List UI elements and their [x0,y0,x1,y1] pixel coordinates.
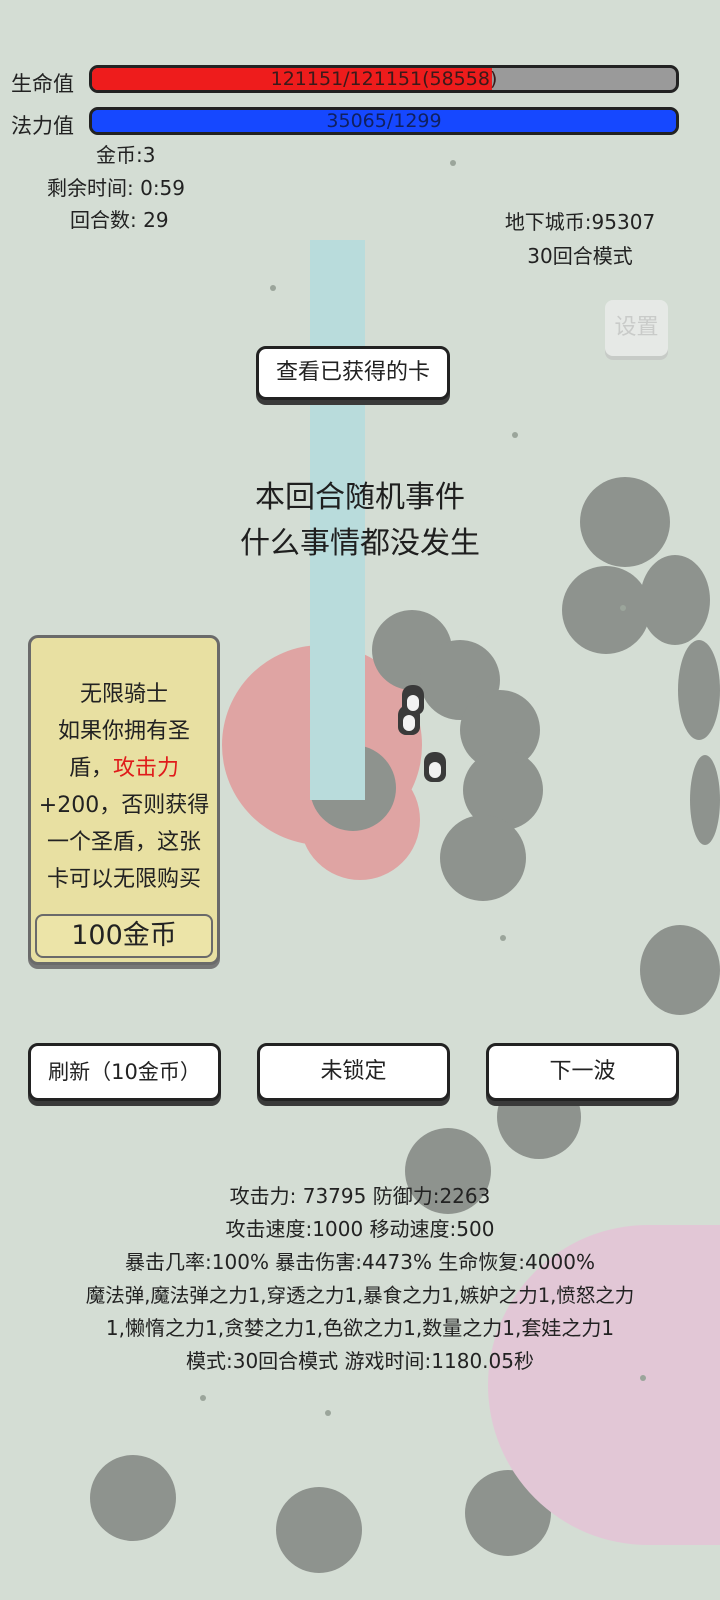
player-stats: 攻击力: 73795 防御力:2263 攻击速度:1000 移动速度:500 暴… [0,1180,720,1378]
stats-line: 模式:30回合模式 游戏时间:1180.05秒 [186,1349,534,1373]
enemy-blob [640,555,710,645]
dungeon-coin: 地下城币:95307 [504,210,656,234]
view-cards-button[interactable]: 查看已获得的卡 [256,346,450,400]
lock-button[interactable]: 未锁定 [257,1043,450,1101]
card-desc-line: 卡可以无限购买 [46,867,201,892]
refresh-button[interactable]: 刷新（10金币） [28,1043,221,1101]
hp-label: 生命值 [11,72,74,96]
hp-value: 121151/121151(58558) [270,68,498,90]
enemy-blob [562,566,650,654]
game-mode: 30回合模式 [527,244,633,268]
settings-button[interactable]: 设置 [605,300,668,356]
enemy-blob [276,1487,362,1573]
card-highlight: 攻击力 [113,756,180,781]
stats-line: 攻击速度:1000 移动速度:500 [225,1217,495,1241]
stats-line: 攻击力: 73795 防御力:2263 [229,1184,491,1208]
enemy-blob [640,925,720,1015]
card-price-button[interactable]: 100金币 [35,914,213,958]
enemy-blob [440,815,526,901]
time-remaining: 剩余时间: 0:59 [47,176,186,200]
enemy-blob [678,640,720,740]
enemy-blob [690,755,720,845]
stats-line: 暴击几率:100% 暴击伤害:4473% 生命恢复:4000% [125,1250,595,1274]
penguin-hero [402,685,424,715]
event-text: 什么事情都没发生 [240,526,480,561]
card-desc-line: 一个圣盾，这张 [46,830,201,855]
card-desc-line: +200，否则获得 [38,793,210,818]
round-counter: 回合数: 29 [70,208,169,232]
stats-line: 1,懒惰之力1,贪婪之力1,色欲之力1,数量之力1,套娃之力1 [105,1316,615,1340]
gold-counter: 金币:3 [96,143,156,167]
card-description: 如果你拥有圣 盾，攻击力 +200，否则获得 一个圣盾，这张 卡可以无限购买 [31,713,217,898]
card-desc-line: 如果你拥有圣 [57,719,190,744]
mp-value: 35065/1299 [326,110,442,132]
penguin-hero [424,752,446,782]
event-title: 本回合随机事件 [255,480,465,515]
card-title: 无限骑士 [79,682,168,707]
enemy-blob [90,1455,176,1541]
stats-line: 魔法弹,魔法弹之力1,穿透之力1,暴食之力1,嫉妒之力1,愤怒之力 [85,1284,635,1307]
mp-label: 法力值 [11,114,74,138]
shop-card[interactable]: 无限骑士 如果你拥有圣 盾，攻击力 +200，否则获得 一个圣盾，这张 卡可以无… [28,635,220,965]
card-desc-line: 盾，攻击力 [68,756,180,781]
hp-bar: 121151/121151(58558) [89,65,679,93]
next-wave-button[interactable]: 下一波 [486,1043,679,1101]
mp-bar: 35065/1299 [89,107,679,135]
